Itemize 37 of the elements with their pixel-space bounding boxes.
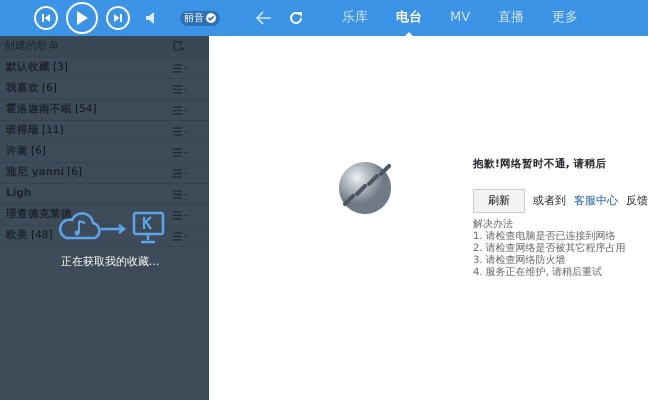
- solution-step: 3. 请检查网络防火墙: [473, 254, 648, 267]
- broken-globe-icon: [337, 160, 393, 216]
- next-button[interactable]: [106, 6, 130, 30]
- add-playlist-icon[interactable]: [173, 41, 185, 52]
- customer-service-link[interactable]: 客服中心: [574, 192, 618, 209]
- refresh-icon[interactable]: [288, 10, 304, 26]
- menu-icon[interactable]: [173, 106, 187, 114]
- loading-text: 正在获取我的收藏...: [60, 254, 160, 270]
- menu-icon[interactable]: [173, 190, 187, 198]
- back-arrow-icon[interactable]: [256, 11, 272, 25]
- next-icon: [113, 13, 123, 23]
- previous-icon: [41, 13, 51, 23]
- nav-tab[interactable]: 更多: [538, 0, 592, 36]
- nav-tab[interactable]: MV: [436, 0, 484, 36]
- play-icon: [75, 10, 89, 26]
- nav-tab[interactable]: 直播: [484, 0, 538, 36]
- solution-step: 1. 请检查电脑是否已连接到网络: [473, 230, 648, 243]
- feedback-text: 反馈: [626, 192, 648, 208]
- sound-effect-badge[interactable]: 丽音: [180, 10, 220, 26]
- error-title: 抱歉!网络暂时不通, 请稍后: [473, 157, 608, 172]
- menu-icon[interactable]: [173, 210, 187, 220]
- menu-icon[interactable]: [173, 84, 187, 94]
- menu-icon[interactable]: [173, 148, 187, 156]
- or-text: 或者到: [533, 192, 566, 208]
- volume-icon[interactable]: [146, 12, 156, 24]
- solution-step: 2. 请检查网络是否被其它程序占用: [473, 242, 648, 255]
- refresh-button[interactable]: 刷新: [473, 188, 525, 213]
- menu-icon[interactable]: [173, 126, 187, 136]
- menu-icon[interactable]: [173, 168, 187, 178]
- menu-icon[interactable]: [173, 232, 187, 240]
- solutions-title: 解决办法: [473, 218, 514, 230]
- previous-button[interactable]: [34, 6, 58, 30]
- play-button[interactable]: [66, 2, 98, 34]
- solution-step: 4. 服务正在维护, 请稍后重试: [473, 266, 648, 279]
- nav-tab[interactable]: 乐库: [328, 0, 382, 36]
- menu-icon[interactable]: [173, 64, 187, 72]
- nav-tab[interactable]: 电台: [382, 0, 436, 36]
